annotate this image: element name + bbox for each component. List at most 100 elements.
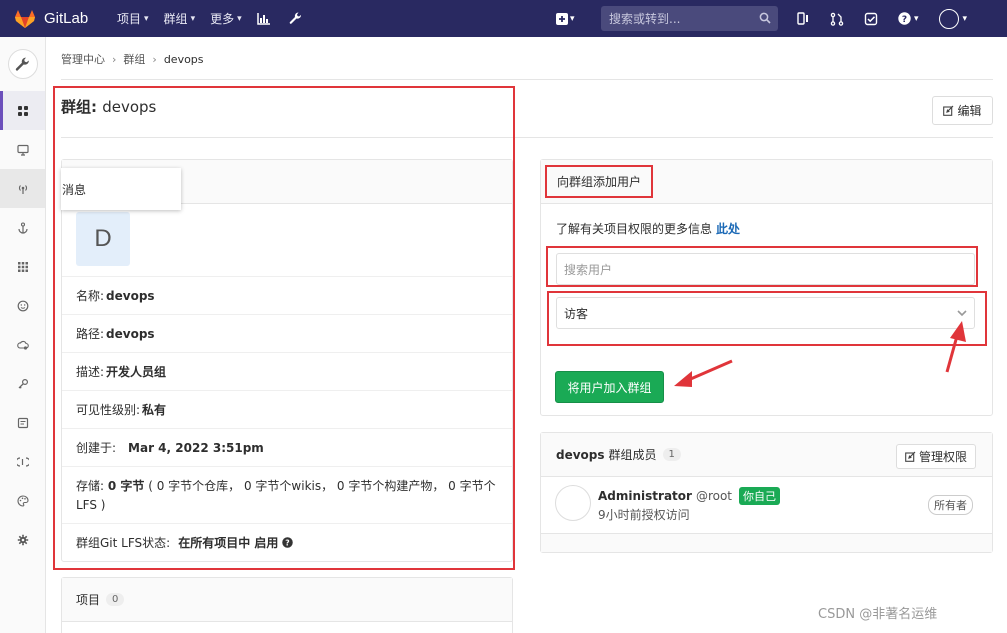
breadcrumb-groups[interactable]: 群组 <box>123 51 145 67</box>
user-menu[interactable]: ▾ <box>938 8 968 29</box>
merge-request-icon[interactable] <box>830 12 844 26</box>
projects-header: 项目 0 <box>62 578 512 622</box>
members-count-badge: 1 <box>662 448 681 461</box>
member-username: @root <box>695 489 733 503</box>
nav-projects[interactable]: 项目 ▾ <box>117 10 149 27</box>
breadcrumb: 管理中心 › 群组 › devops <box>61 51 204 67</box>
sidebar-item-abuse-reports[interactable] <box>0 286 45 325</box>
add-user-to-group-label: 将用户加入群组 <box>567 380 652 395</box>
apps-grid-icon <box>17 261 28 272</box>
highlight-box <box>545 165 653 198</box>
edit-button-label: 编辑 <box>957 104 982 118</box>
tooltip-text: 消息 <box>62 182 87 197</box>
admin-sidebar <box>0 37 46 633</box>
question-circle-icon: ? <box>898 12 911 25</box>
palette-icon <box>17 494 29 507</box>
tooltip: 消息 <box>61 168 181 210</box>
new-dropdown[interactable]: ▾ <box>556 12 591 25</box>
sidebar-item-overview[interactable] <box>0 91 45 130</box>
monitor-icon <box>16 144 29 156</box>
annotation-arrow-icon <box>674 359 733 387</box>
divider <box>61 79 993 80</box>
nav-more-label: 更多 <box>210 12 235 26</box>
permission-info-link[interactable]: 此处 <box>716 222 740 236</box>
sidebar-header <box>0 37 45 91</box>
projects-title: 项目 <box>76 593 101 607</box>
sidebar-item-messages[interactable] <box>0 169 45 208</box>
admin-wrench-icon[interactable] <box>289 12 303 26</box>
brand[interactable]: GitLab <box>14 9 104 29</box>
sidebar-item-appearance[interactable] <box>0 481 45 520</box>
wrench-icon <box>15 57 29 71</box>
chevron-down-icon: ▾ <box>237 13 242 24</box>
breadcrumb-current[interactable]: devops <box>164 53 204 66</box>
key-icon <box>18 378 28 389</box>
edit-button[interactable]: 编辑 <box>932 96 993 125</box>
member-name-line: Administrator @root 你自己 <box>598 487 781 505</box>
highlight-box <box>546 246 978 287</box>
manage-permissions-button[interactable]: 管理权限 <box>896 444 976 469</box>
permission-info-text: 了解有关项目权限的更多信息 <box>556 222 713 236</box>
nav-projects-label: 项目 <box>117 12 142 26</box>
members-footer <box>541 533 992 552</box>
sidebar-item-service-templates[interactable] <box>0 403 45 442</box>
projects-count-badge: 0 <box>106 593 125 606</box>
member-name[interactable]: Administrator <box>598 489 692 503</box>
sidebar-item-monitoring[interactable] <box>0 130 45 169</box>
help-dropdown[interactable]: ? ▾ <box>898 12 919 25</box>
sidebar-item-settings[interactable] <box>0 520 45 559</box>
members-title: 群组成员 <box>608 448 657 462</box>
member-access-time: 9小时前授权访问 <box>598 508 690 522</box>
chevron-down-icon: ▾ <box>144 13 149 24</box>
plus-square-icon <box>556 12 568 25</box>
nav-right: ▾ 搜索或转到... ? ▾ ▾ <box>556 0 967 37</box>
admin-area-avatar[interactable] <box>7 49 38 79</box>
overview-grid-icon <box>17 105 28 116</box>
members-group-name: devops <box>556 447 605 462</box>
search-placeholder: 搜索或转到... <box>609 12 681 26</box>
role-badge: 所有者 <box>928 495 973 515</box>
highlight-box <box>547 291 987 346</box>
breadcrumb-separator: › <box>152 52 157 66</box>
activity-chart-icon[interactable] <box>256 12 271 26</box>
nav-groups[interactable]: 群组 ▾ <box>164 10 196 27</box>
chevron-down-icon: ▾ <box>914 13 919 24</box>
sidebar-item-kubernetes[interactable] <box>0 325 45 364</box>
user-avatar <box>938 8 959 29</box>
breadcrumb-admin[interactable]: 管理中心 <box>61 51 105 67</box>
watermark: CSDN @非著名运维 <box>818 607 938 622</box>
breadcrumb-separator: › <box>112 52 117 66</box>
chevron-down-icon: ▾ <box>962 13 968 24</box>
search-input[interactable]: 搜索或转到... <box>601 6 778 31</box>
top-navbar: GitLab 项目 ▾ 群组 ▾ 更多 ▾ ▾ 搜索或转到... ? ▾ ▾ <box>0 0 1007 37</box>
sidebar-item-system-hooks[interactable] <box>0 208 45 247</box>
todos-sidebar-icon[interactable] <box>796 11 810 26</box>
gitlab-logo-icon <box>15 9 35 28</box>
edit-icon <box>905 451 916 462</box>
gear-icon <box>17 534 28 545</box>
member-avatar[interactable] <box>555 485 591 521</box>
brand-name: GitLab <box>44 10 89 27</box>
anchor-icon <box>17 221 28 234</box>
cloud-gear-icon <box>16 340 29 350</box>
todo-check-icon[interactable] <box>864 12 878 26</box>
template-icon <box>17 417 28 428</box>
nav-more[interactable]: 更多 ▾ <box>210 10 242 27</box>
chevron-down-icon: ▾ <box>190 13 196 24</box>
broadcast-icon <box>18 184 27 194</box>
nav-right-icons: ? ▾ ▾ <box>796 0 967 37</box>
projects-card: 项目 0 <box>61 577 513 633</box>
chevron-down-icon: ▾ <box>570 13 575 24</box>
sidebar-item-applications[interactable] <box>0 247 45 286</box>
nav-menu: 项目 ▾ 群组 ▾ 更多 ▾ <box>117 10 321 27</box>
sidebar-item-deploy-keys[interactable] <box>0 364 45 403</box>
sidebar-item-labels[interactable] <box>0 442 45 481</box>
svg-text:?: ? <box>902 15 907 25</box>
nav-groups-label: 群组 <box>163 12 188 26</box>
add-user-to-group-button[interactable]: 将用户加入群组 <box>555 371 664 403</box>
annotation-arrow-icon <box>945 321 966 373</box>
manage-permissions-label: 管理权限 <box>918 450 967 464</box>
self-badge: 你自己 <box>739 487 781 505</box>
search-icon <box>759 12 771 24</box>
edit-icon <box>943 105 954 116</box>
